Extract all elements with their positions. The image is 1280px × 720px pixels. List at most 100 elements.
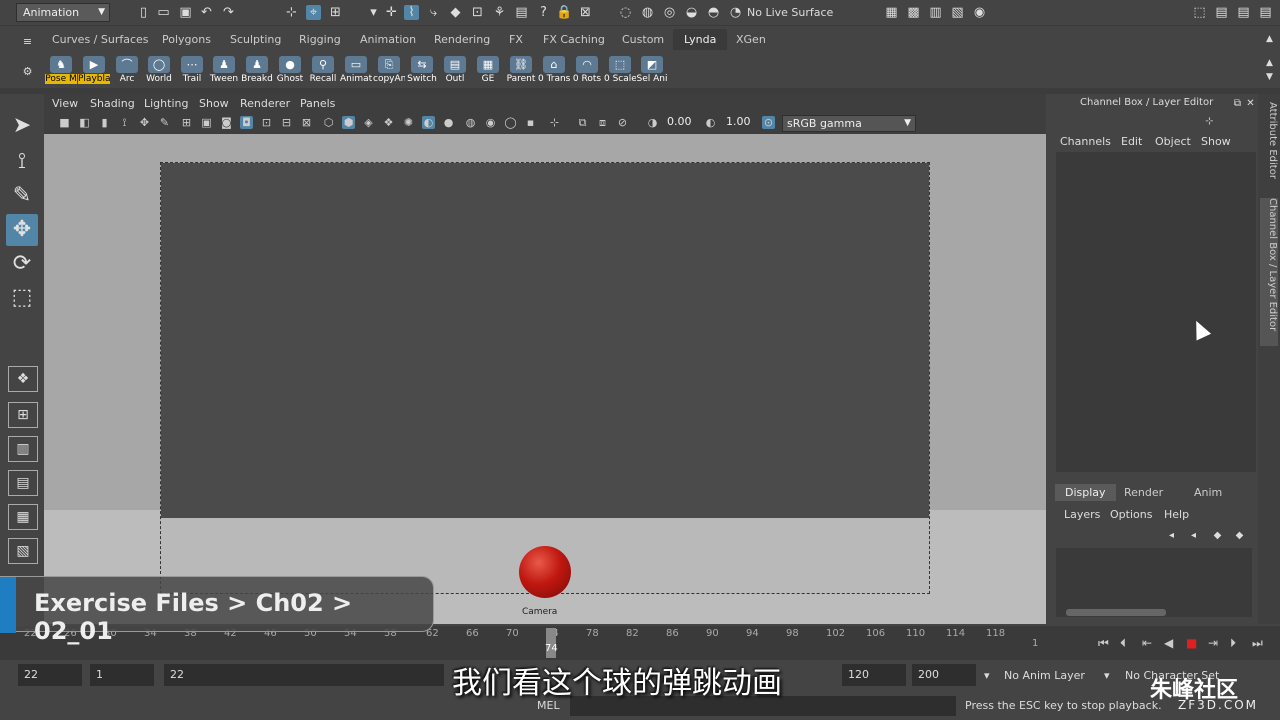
hypershade-icon[interactable]: ◉ bbox=[972, 5, 987, 20]
shelf-button-zero-scale[interactable]: ⬚ 0 Scale bbox=[604, 56, 636, 86]
scale-tool-icon[interactable]: ⬚ bbox=[6, 282, 38, 314]
snap-point-icon[interactable]: ⤷ bbox=[426, 5, 441, 20]
shadows-icon[interactable]: ◐ bbox=[422, 116, 435, 129]
tab-rigging[interactable]: Rigging bbox=[299, 33, 341, 46]
outliner-layout-icon[interactable]: ▤ bbox=[8, 470, 38, 496]
menu-renderer[interactable]: Renderer bbox=[240, 97, 290, 110]
shelf-button-zero-rotate[interactable]: ◠ 0 Rots bbox=[571, 56, 603, 86]
magnet-icon[interactable]: ◍ bbox=[640, 5, 655, 20]
select-component-icon[interactable]: ⊞ bbox=[328, 5, 343, 20]
safe-action-icon[interactable]: ⊟ bbox=[280, 116, 293, 129]
xray-components-icon[interactable]: ⧈ bbox=[596, 116, 609, 129]
two-d-pan-icon[interactable]: ✥ bbox=[138, 116, 151, 129]
chevron-down-icon[interactable]: ▾ bbox=[366, 5, 381, 20]
chevron-up-icon[interactable]: ▲ bbox=[1262, 56, 1277, 71]
field-chart-icon[interactable]: ⊡ bbox=[260, 116, 273, 129]
step-forward-key-icon[interactable]: ⇥ bbox=[1208, 636, 1218, 650]
xray-icon[interactable]: ⊹ bbox=[548, 116, 561, 129]
snap-live-icon[interactable]: ⚘ bbox=[492, 5, 507, 20]
menu-layers[interactable]: Layers bbox=[1064, 508, 1100, 521]
rotate-tool-icon[interactable]: ⟳ bbox=[6, 248, 38, 280]
menu-shading[interactable]: Shading bbox=[90, 97, 135, 110]
chevron-up-icon[interactable]: ▲ bbox=[1262, 32, 1277, 47]
textured-icon[interactable]: ❖ bbox=[382, 116, 395, 129]
undo-icon[interactable]: ↶ bbox=[199, 5, 214, 20]
depth-of-field-icon[interactable]: ◯ bbox=[504, 116, 517, 129]
select-object-icon[interactable]: ⌖ bbox=[306, 5, 321, 20]
shelf-button-outliner[interactable]: ▤ Outl bbox=[439, 56, 471, 86]
scrollbar-thumb[interactable] bbox=[1066, 609, 1166, 616]
snap-surface-icon[interactable]: ⊡ bbox=[470, 5, 485, 20]
ambient-occlusion-icon[interactable]: ● bbox=[442, 116, 455, 129]
wireframe-icon[interactable]: ⬡ bbox=[322, 116, 335, 129]
chevron-down-icon[interactable]: ▼ bbox=[1262, 70, 1277, 85]
save-scene-icon[interactable]: ▣ bbox=[178, 5, 193, 20]
shelf-button-trail[interactable]: ⋯ Trail bbox=[176, 56, 208, 86]
snap-curve-icon[interactable]: ⌇ bbox=[404, 5, 419, 20]
end-time-field[interactable]: 200 bbox=[912, 664, 976, 686]
modeling-toolkit-icon[interactable]: ⬚ bbox=[1192, 5, 1207, 20]
color-management-icon[interactable]: ⊙ bbox=[762, 116, 775, 129]
menu-show[interactable]: Show bbox=[1201, 135, 1231, 148]
new-scene-icon[interactable]: ▯ bbox=[136, 5, 151, 20]
new-layer-icon[interactable]: ◆ bbox=[1210, 528, 1225, 543]
render-view-icon[interactable]: ▦ bbox=[884, 5, 899, 20]
select-hierarchy-icon[interactable]: ⊹ bbox=[284, 5, 299, 20]
shelf-button-ghost[interactable]: ● Ghost bbox=[274, 56, 306, 86]
exposure-icon[interactable]: ◑ bbox=[646, 116, 659, 129]
four-view-layout-icon[interactable]: ⊞ bbox=[8, 402, 38, 428]
menu-object[interactable]: Object bbox=[1155, 135, 1191, 148]
shelf-button-graph-editor[interactable]: ▦ GE bbox=[472, 56, 504, 86]
grid-icon[interactable]: ⊞ bbox=[180, 116, 193, 129]
gamma-icon[interactable]: ◐ bbox=[704, 116, 717, 129]
redo-icon[interactable]: ↷ bbox=[221, 5, 236, 20]
shelf-button-arc[interactable]: ⌒ Arc bbox=[111, 56, 143, 86]
render-settings-icon[interactable]: ▧ bbox=[950, 5, 965, 20]
shelf-button-switch[interactable]: ⇆ Switch bbox=[406, 56, 438, 86]
shelf-button-pose[interactable]: ♞ Pose M bbox=[45, 56, 77, 86]
tab-anim[interactable]: Anim bbox=[1194, 486, 1222, 499]
shelf-button-playblast[interactable]: ▶ Playbla bbox=[78, 56, 110, 86]
tab-display[interactable]: Display bbox=[1055, 484, 1116, 501]
channel-box-toggle-icon[interactable]: ▤ bbox=[1258, 5, 1273, 20]
channel-list[interactable] bbox=[1056, 152, 1256, 472]
lock-icon[interactable]: 🔒 bbox=[556, 5, 572, 20]
tab-render[interactable]: Render bbox=[1124, 486, 1163, 499]
snap-grid-icon[interactable]: ✛ bbox=[384, 5, 399, 20]
exposure-field[interactable]: 0.00 bbox=[667, 115, 692, 128]
move-tool-icon[interactable]: ✥ bbox=[6, 214, 38, 246]
shelf-button-animation[interactable]: ▭ Animat bbox=[340, 56, 372, 86]
gear-icon[interactable]: ⚙ bbox=[20, 64, 35, 79]
graph-layout-icon[interactable]: ▦ bbox=[8, 504, 38, 530]
use-all-lights-icon[interactable]: ✺ bbox=[402, 116, 415, 129]
backface-icon[interactable]: ⊘ bbox=[616, 116, 629, 129]
chevron-down-icon[interactable]: ▾ bbox=[1104, 669, 1110, 682]
shelf-button-breakdown[interactable]: ♟ Breakd bbox=[241, 56, 273, 86]
tab-xgen[interactable]: XGen bbox=[736, 33, 766, 46]
tab-channel-box-layer-editor[interactable]: Channel Box / Layer Editor bbox=[1260, 198, 1278, 346]
isolate-select-icon[interactable]: ▪ bbox=[524, 116, 537, 129]
go-to-end-icon[interactable]: ⏭ bbox=[1252, 636, 1263, 651]
playback-start-field[interactable]: 1 bbox=[90, 664, 154, 686]
make-live-icon[interactable]: ◔ bbox=[728, 5, 743, 20]
menu-channels[interactable]: Channels bbox=[1060, 135, 1111, 148]
panel-layout-icon[interactable]: ▧ bbox=[8, 538, 38, 564]
image-plane-icon[interactable]: ⟟ bbox=[118, 116, 131, 129]
film-gate-icon[interactable]: ▣ bbox=[200, 116, 213, 129]
open-scene-icon[interactable]: ▭ bbox=[156, 5, 171, 20]
tab-fx[interactable]: FX bbox=[509, 33, 523, 46]
step-forward-frame-icon[interactable]: ⏵ bbox=[1230, 636, 1236, 651]
gamma-field[interactable]: 1.00 bbox=[726, 115, 751, 128]
view-transform-select[interactable]: sRGB gamma ▼ bbox=[782, 115, 916, 132]
snap-view-icon[interactable]: ◆ bbox=[448, 5, 463, 20]
menu-icon[interactable]: ≡ bbox=[20, 34, 35, 49]
shelf-button-copy-anim[interactable]: ⎘ copyAn bbox=[373, 56, 405, 86]
menu-panels[interactable]: Panels bbox=[300, 97, 335, 110]
paint-select-icon[interactable]: ◎ bbox=[662, 5, 677, 20]
tab-curves-surfaces[interactable]: Curves / Surfaces bbox=[52, 33, 149, 46]
menu-options[interactable]: Options bbox=[1110, 508, 1152, 521]
bookmark-icon[interactable]: ▮ bbox=[98, 116, 111, 129]
menu-show[interactable]: Show bbox=[199, 97, 229, 110]
tab-fx-caching[interactable]: FX Caching bbox=[543, 33, 605, 46]
go-to-start-icon[interactable]: ⏮ bbox=[1098, 636, 1109, 651]
